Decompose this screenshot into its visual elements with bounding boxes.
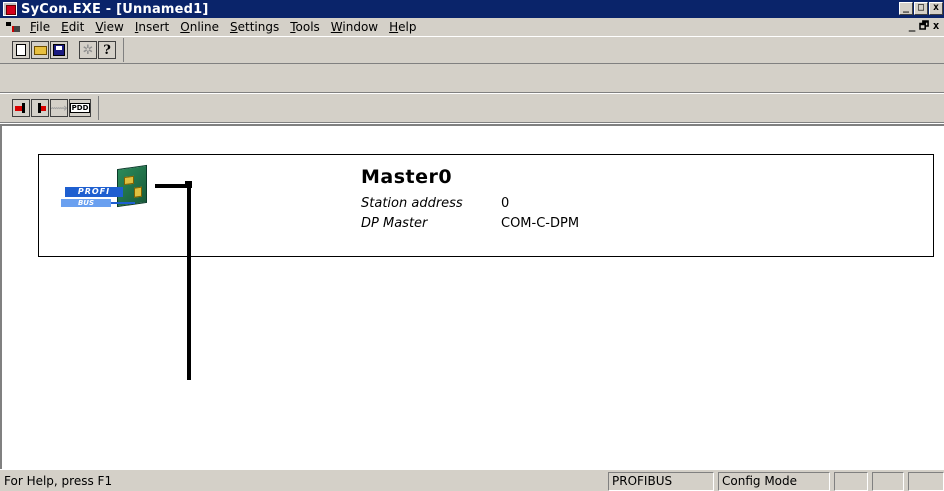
window-title: SyCon.EXE - [Unnamed1]: [21, 1, 209, 17]
menu-settings-accel: S: [229, 20, 238, 34]
mdi-close-button[interactable]: x: [930, 20, 942, 32]
help-icon: ?: [103, 42, 111, 58]
insert-toolbar: ⟿ PDD: [0, 93, 944, 123]
menu-window-label: indow: [342, 20, 379, 34]
close-button[interactable]: x: [929, 2, 943, 15]
menu-file[interactable]: File: [30, 20, 57, 34]
menu-settings[interactable]: Settings: [230, 20, 286, 34]
mdi-minimize-button[interactable]: _: [906, 20, 918, 32]
window-controls: _ □ x: [899, 0, 944, 15]
minimize-button[interactable]: _: [899, 2, 913, 15]
help-button[interactable]: ?: [98, 41, 116, 59]
board-image: [117, 164, 147, 208]
toolbar-area: [0, 64, 944, 93]
insert-slave-icon: [34, 102, 47, 114]
open-icon: [33, 45, 47, 55]
document-icon[interactable]: [6, 21, 20, 33]
new-button[interactable]: [12, 41, 30, 59]
status-help-text: For Help, press F1: [4, 474, 113, 488]
menu-window[interactable]: Window: [331, 20, 385, 34]
insert-slave-button[interactable]: [31, 99, 49, 117]
ding-button[interactable]: ✲: [79, 41, 97, 59]
bus-line[interactable]: [187, 184, 191, 380]
dp-master-value: COM-C-DPM: [501, 216, 580, 231]
status-mode: Config Mode: [718, 472, 830, 491]
menu-online[interactable]: Online: [180, 20, 226, 34]
dp-master-label: DP Master: [361, 216, 428, 231]
pdd-button[interactable]: PDD: [69, 99, 91, 117]
status-protocol: PROFIBUS: [608, 472, 714, 491]
chip-shape: [134, 186, 142, 198]
save-icon: [53, 44, 65, 56]
chip-shape: [124, 175, 134, 186]
standard-toolbar: ✲ ?: [0, 36, 944, 64]
menu-tools[interactable]: Tools: [290, 20, 327, 34]
save-button[interactable]: [50, 41, 68, 59]
menu-view[interactable]: View: [95, 20, 130, 34]
insert-group-icon: ⟿: [50, 101, 68, 115]
menu-settings-label: ettings: [237, 20, 280, 34]
menu-insert-label: nsert: [138, 20, 170, 34]
menu-help-label: elp: [398, 20, 417, 34]
insert-master-icon: [14, 102, 28, 114]
menu-edit-label: dit: [68, 20, 85, 34]
insert-toolbar-group: ⟿ PDD: [12, 96, 99, 120]
maximize-button[interactable]: □: [914, 2, 928, 15]
logo-dash: [111, 202, 135, 204]
mdi-restore-button[interactable]: 🗗: [918, 20, 930, 32]
mdi-controls: _ 🗗 x: [906, 20, 942, 32]
status-bar: For Help, press F1 PROFIBUS Config Mode: [0, 469, 944, 491]
master-device-box[interactable]: PROFI BUS Master0 Station address 0 DP M…: [38, 154, 934, 257]
station-address-label: Station address: [361, 196, 463, 211]
configuration-workspace[interactable]: PROFI BUS Master0 Station address 0 DP M…: [0, 124, 944, 469]
menu-view-label: iew: [103, 20, 124, 34]
new-icon: [16, 44, 26, 56]
file-toolbar-group: ✲ ?: [12, 38, 124, 62]
menu-file-label: ile: [36, 20, 51, 34]
status-panel-empty: [834, 472, 868, 491]
profibus-logo-text: PROFI: [65, 187, 123, 197]
status-panel-empty: [872, 472, 904, 491]
station-address-value: 0: [501, 196, 510, 211]
menu-tools-label: ools: [295, 20, 320, 34]
menu-help[interactable]: Help: [389, 20, 423, 34]
menu-help-accel: H: [389, 20, 399, 34]
status-panel-empty: [908, 472, 944, 491]
app-icon[interactable]: [3, 2, 17, 16]
insert-master-button[interactable]: [12, 99, 30, 117]
menu-window-accel: W: [330, 20, 343, 34]
title-bar: SyCon.EXE - [Unnamed1] _ □ x: [0, 0, 944, 18]
menu-bar: File Edit View Insert Online Settings To…: [0, 18, 944, 36]
ding-icon: ✲: [82, 42, 94, 58]
menu-online-label: nline: [189, 20, 219, 34]
menu-edit-accel: E: [61, 20, 69, 34]
open-button[interactable]: [31, 41, 49, 59]
insert-group-button[interactable]: ⟿: [50, 99, 68, 117]
pdd-icon: PDD: [69, 103, 91, 113]
master-name: Master0: [361, 166, 453, 188]
menu-insert[interactable]: Insert: [135, 20, 176, 34]
menu-online-accel: O: [180, 20, 190, 34]
profibus-board-icon: PROFI BUS: [61, 164, 153, 213]
menu-edit[interactable]: Edit: [61, 20, 91, 34]
profibus-logo-subtext: BUS: [61, 199, 111, 207]
